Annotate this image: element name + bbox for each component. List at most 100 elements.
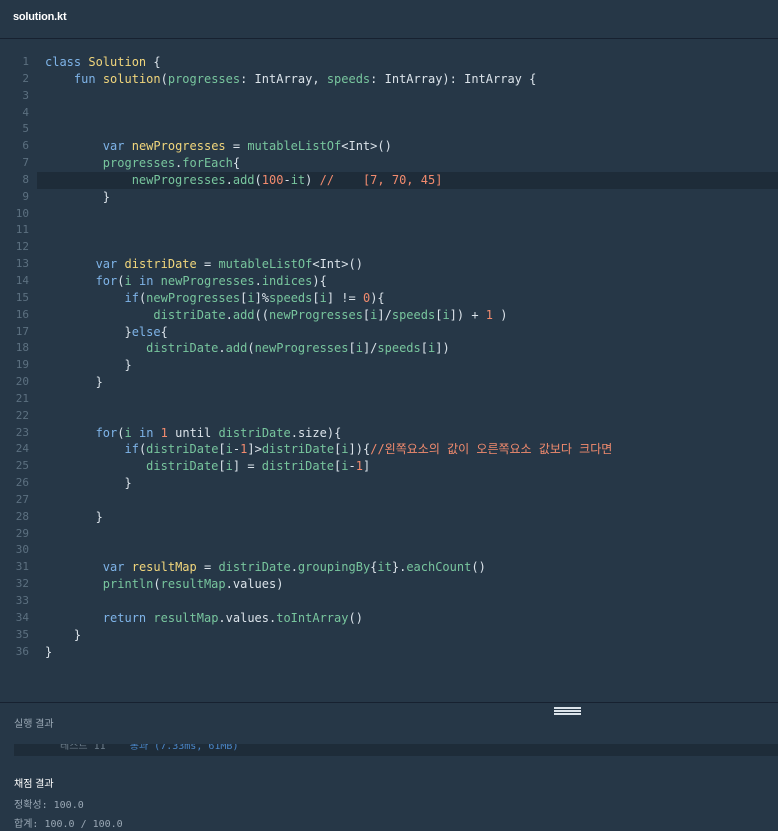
- code-line: 23 for(i in 1 until distriDate.size){: [0, 425, 778, 442]
- line-number: 17: [15, 324, 29, 338]
- line-number: 25: [15, 459, 29, 473]
- code-line: 11: [0, 222, 778, 239]
- code-line: 29: [0, 526, 778, 543]
- line-number: 27: [15, 492, 29, 506]
- code-editor[interactable]: 1 class Solution { 2 fun solution(progres…: [0, 40, 778, 702]
- code-line: 10: [0, 206, 778, 223]
- line-number: 15: [15, 290, 29, 304]
- line-text: return resultMap.values.toIntArray(): [102, 610, 363, 625]
- test-pass-status: 통과 (7.33ms, 61MB): [129, 744, 239, 752]
- line-text: var newProgresses = mutableListOf<Int>(): [102, 139, 392, 154]
- line-number: 5: [22, 122, 29, 136]
- line-number: 9: [22, 189, 29, 203]
- line-number: 22: [15, 408, 29, 422]
- code-line: 20 }: [0, 374, 778, 391]
- line-text: if(distriDate[i-1]>distriDate[i]){//왼쪽요소…: [124, 442, 613, 457]
- code-line: 13 var distriDate = mutableListOf<Int>(): [0, 256, 778, 273]
- line-text: fun solution(progresses: IntArray, speed…: [73, 71, 537, 86]
- line-number: 16: [15, 307, 29, 321]
- test-case-label: 테스트 11: [60, 744, 106, 752]
- line-number: 24: [15, 442, 29, 456]
- code-line: 17 }else{: [0, 324, 778, 341]
- line-text: var distriDate = mutableListOf<Int>(): [95, 257, 363, 272]
- code-line: 26 }: [0, 475, 778, 492]
- code-line: 7 progresses.forEach{: [0, 155, 778, 172]
- code-line: 35 }: [0, 627, 778, 644]
- line-text: distriDate.add((newProgresses[i]/speeds[…: [153, 307, 508, 322]
- code-line: 25 distriDate[i] = distriDate[i-1]: [0, 458, 778, 475]
- line-text: class Solution {: [45, 55, 161, 69]
- line-number: 32: [15, 577, 29, 591]
- code-line: 3: [0, 88, 778, 105]
- code-line: 12: [0, 239, 778, 256]
- code-line: 18 distriDate.add(newProgresses[i]/speed…: [0, 340, 778, 357]
- resize-handle-icon[interactable]: [554, 707, 581, 715]
- line-text: for(i in newProgresses.indices){: [95, 273, 327, 288]
- accuracy-score: 정확성: 100.0: [14, 800, 84, 811]
- line-text: distriDate[i] = distriDate[i-1]: [146, 459, 371, 474]
- line-text: }: [45, 375, 103, 390]
- line-number: 4: [22, 105, 29, 119]
- line-number: 20: [15, 375, 29, 389]
- editor-tab-bar: solution.kt: [0, 0, 778, 39]
- line-number: 36: [15, 644, 29, 658]
- code-line: 9 }: [0, 189, 778, 206]
- line-number: 30: [15, 543, 29, 557]
- line-text: println(resultMap.values): [102, 577, 284, 592]
- line-text: distriDate.add(newProgresses[i]/speeds[i…: [146, 341, 450, 356]
- code-line: 15 if(newProgresses[i]%speeds[i] != 0){: [0, 290, 778, 307]
- code-line: 32 println(resultMap.values): [0, 576, 778, 593]
- line-text: }: [45, 358, 132, 373]
- line-number: 33: [15, 594, 29, 607]
- line-text: }else{: [45, 324, 168, 339]
- result-output[interactable]: 테스트 11 통과 (7.33ms, 61MB): [14, 744, 778, 756]
- line-number: 26: [15, 476, 29, 490]
- line-number: 6: [22, 139, 29, 153]
- line-text: }: [45, 509, 103, 524]
- line-number: 29: [15, 526, 29, 540]
- line-number: 12: [15, 240, 29, 254]
- test-result-line: 테스트 11 통과 (7.33ms, 61MB): [60, 744, 238, 752]
- line-text: }: [45, 476, 132, 491]
- line-number: 34: [15, 610, 29, 624]
- line-text: }: [45, 644, 53, 659]
- line-text: newProgresses.add(100-it) // [7, 70, 45]: [131, 172, 443, 187]
- line-number: 3: [22, 88, 29, 102]
- line-text: }: [45, 189, 111, 204]
- grading-panel: 채점 결과 정확성: 100.0 합계: 100.0 / 100.0: [0, 756, 778, 831]
- code-line: 34 return resultMap.values.toIntArray(): [0, 610, 778, 627]
- code-line: 24 if(distriDate[i-1]>distriDate[i]){//왼…: [0, 441, 778, 458]
- line-number: 2: [22, 71, 29, 85]
- code-line: 33: [0, 593, 778, 610]
- line-number: 21: [15, 391, 29, 405]
- line-number: 19: [15, 358, 29, 372]
- code-line: 30: [0, 542, 778, 559]
- code-line: 19 }: [0, 357, 778, 374]
- line-number: 35: [15, 627, 29, 641]
- result-panel-title: 실행 결과: [14, 719, 54, 730]
- line-number: 28: [15, 509, 29, 523]
- line-number: 8: [22, 172, 29, 186]
- line-number: 18: [15, 341, 29, 355]
- code-line: 6 var newProgresses = mutableListOf<Int>…: [0, 138, 778, 155]
- line-number: 11: [15, 223, 29, 237]
- line-text: var resultMap = distriDate.groupingBy{it…: [102, 560, 486, 575]
- line-text: }: [45, 627, 82, 642]
- code-line: 21: [0, 391, 778, 408]
- line-number: 31: [15, 560, 29, 574]
- line-number: 13: [15, 257, 29, 271]
- code-line-current: 8 newProgresses.add(100-it) // [7, 70, 4…: [22, 171, 778, 189]
- grading-title: 채점 결과: [14, 779, 54, 790]
- code-line: 1 class Solution {: [0, 54, 778, 71]
- code-lines: 1 class Solution { 2 fun solution(progres…: [0, 54, 778, 660]
- code-line: 5: [0, 121, 778, 138]
- line-text: if(newProgresses[i]%speeds[i] != 0){: [124, 290, 385, 305]
- line-number: 14: [15, 273, 29, 287]
- file-tab[interactable]: solution.kt: [13, 11, 67, 23]
- line-text: progresses.forEach{: [102, 156, 241, 171]
- line-number: 23: [15, 425, 29, 439]
- line-number: 10: [15, 206, 29, 220]
- code-line: 4: [0, 105, 778, 122]
- code-line: 14 for(i in newProgresses.indices){: [0, 273, 778, 290]
- code-line: 22: [0, 408, 778, 425]
